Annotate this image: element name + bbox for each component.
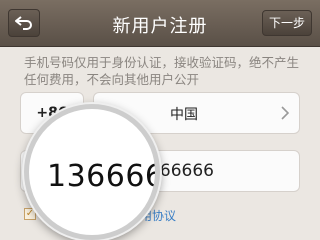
back-button[interactable]: [8, 9, 40, 37]
next-step-button[interactable]: 下一步: [262, 10, 312, 36]
back-arrow-icon: [15, 16, 32, 30]
privacy-notice: 手机号码仅用于身份认证，接收验证码，绝不产生任何费用，不会向其他用户公开: [24, 55, 300, 87]
nav-bar: 新用户注册 下一步: [0, 0, 320, 47]
agree-checkbox[interactable]: ✓: [24, 208, 36, 220]
chevron-right-icon: [281, 106, 289, 120]
page-title: 新用户注册: [112, 16, 208, 37]
magnified-phone-number: 136666: [47, 159, 160, 194]
magnifier-lens: 136666: [24, 104, 160, 240]
